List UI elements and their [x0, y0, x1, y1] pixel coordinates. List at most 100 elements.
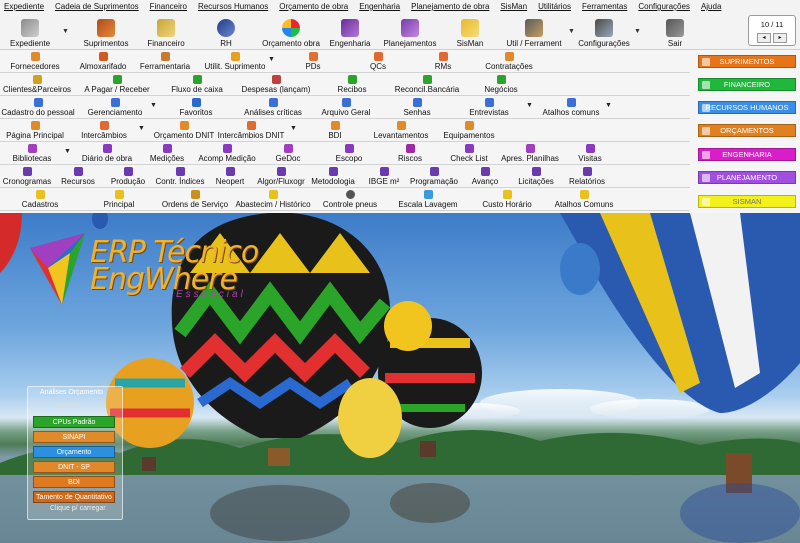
- prev-page-button[interactable]: ◂: [757, 33, 771, 43]
- entrevistas-button[interactable]: Entrevistas: [469, 96, 509, 118]
- budget-analysis-widget[interactable]: Análises Orçamento Importar CPUs Padrão …: [27, 386, 123, 520]
- favoritos-button[interactable]: Favoritos: [180, 96, 212, 118]
- negocios-button[interactable]: Negócios: [484, 73, 518, 95]
- fluxo-caixa-button[interactable]: Fluxo de caixa: [171, 73, 223, 95]
- chevron-down-icon[interactable]: ▼: [526, 102, 533, 109]
- avanco-button[interactable]: Avanço: [471, 165, 499, 187]
- algor-fluxogr-button[interactable]: Algor/Fluxogr: [256, 165, 306, 187]
- rms-button[interactable]: RMs: [430, 50, 456, 72]
- toolbar-financeiro-button[interactable]: Financeiro: [146, 14, 186, 48]
- visitas-button[interactable]: Visitas: [578, 142, 602, 164]
- chevron-down-icon[interactable]: ▼: [64, 148, 71, 155]
- recursos-button[interactable]: Recursos: [61, 165, 95, 187]
- toolbar-suprimentos-button[interactable]: Suprimentos: [82, 14, 130, 48]
- cadastro-pessoal-button[interactable]: Cadastro do pessoal: [1, 96, 75, 118]
- module-suprimentos-button[interactable]: SUPRIMENTOS: [698, 55, 796, 68]
- reconcil-bancaria-button[interactable]: Reconcil.Bancária: [395, 73, 459, 95]
- toolbar-rh-button[interactable]: RH: [214, 14, 238, 48]
- dnit-sp-button[interactable]: DNIT - SP: [33, 461, 115, 473]
- menu-orcamento-obra[interactable]: Orçamento de obra: [279, 2, 348, 11]
- menu-configuracoes[interactable]: Configurações: [638, 2, 690, 11]
- toolbar-sair-button[interactable]: Sair: [663, 14, 687, 48]
- tamento-quantitativo-button[interactable]: Tamento de Quantitativo: [33, 491, 115, 503]
- toolbar-orcamento-obra-button[interactable]: Orçamento obra: [262, 14, 320, 48]
- relatorios-button[interactable]: Relatórios: [569, 165, 605, 187]
- a-pagar-receber-button[interactable]: A Pagar / Receber: [84, 73, 150, 95]
- escopo-button[interactable]: Escopo: [335, 142, 363, 164]
- almoxarifado-button[interactable]: Almoxarifado: [78, 50, 128, 72]
- cronogramas-button[interactable]: Cronogramas: [3, 165, 51, 187]
- menu-planejamento-obra[interactable]: Planejamento de obra: [411, 2, 489, 11]
- licitacoes-button[interactable]: Licitações: [518, 165, 554, 187]
- chevron-down-icon[interactable]: ▼: [268, 56, 275, 63]
- gerenciamento-button[interactable]: Gerenciamento: [88, 96, 142, 118]
- diario-obra-button[interactable]: Diário de obra: [82, 142, 132, 164]
- arquivo-geral-button[interactable]: Arquivo Geral: [322, 96, 370, 118]
- menu-sisman[interactable]: SisMan: [500, 2, 527, 11]
- menu-recursos-humanos[interactable]: Recursos Humanos: [198, 2, 268, 11]
- menu-expediente[interactable]: Expediente: [4, 2, 44, 11]
- riscos-button[interactable]: Riscos: [398, 142, 422, 164]
- analises-criticas-button[interactable]: Análises críticas: [244, 96, 302, 118]
- custo-horario-button[interactable]: Custo Horário: [482, 188, 532, 210]
- clientes-parceiros-button[interactable]: Clientes&Parceiros: [3, 73, 71, 95]
- toolbar-configuracoes-button[interactable]: Configurações ▼: [578, 14, 641, 48]
- chevron-down-icon[interactable]: ▼: [62, 28, 69, 35]
- toolbar-expediente-button[interactable]: Expediente ▼: [8, 14, 69, 48]
- menu-financeiro[interactable]: Financeiro: [150, 2, 187, 11]
- next-page-button[interactable]: ▸: [773, 33, 787, 43]
- qcs-button[interactable]: QCs: [365, 50, 391, 72]
- atalhos-comuns-sisman-button[interactable]: Atalhos Comuns: [554, 188, 614, 210]
- toolbar-planejamentos-button[interactable]: Planejamentos: [384, 14, 436, 48]
- menu-cadeia-suprimentos[interactable]: Cadeia de Suprimentos: [55, 2, 139, 11]
- cadastros-button[interactable]: Cadastros: [22, 188, 58, 210]
- ordens-servico-button[interactable]: Ordens de Serviço: [162, 188, 228, 210]
- menu-ajuda[interactable]: Ajuda: [701, 2, 721, 11]
- programacao-button[interactable]: Programação: [410, 165, 458, 187]
- gedoc-button[interactable]: GeDoc: [276, 142, 300, 164]
- orcamento-button[interactable]: Orçamento: [33, 446, 115, 458]
- principal-button[interactable]: Principal: [102, 188, 136, 210]
- atalhos-comuns-rh-button[interactable]: Atalhos comuns: [542, 96, 600, 118]
- cpus-padrao-button[interactable]: CPUs Padrão: [33, 416, 115, 428]
- module-orcamentos-button[interactable]: ORÇAMENTOS: [698, 124, 796, 137]
- check-list-button[interactable]: Check List: [450, 142, 488, 164]
- medicoes-button[interactable]: Medições: [150, 142, 184, 164]
- chevron-down-icon[interactable]: ▼: [138, 125, 145, 132]
- utilit-suprimento-button[interactable]: Utilit. Suprimento: [203, 50, 267, 72]
- chevron-down-icon[interactable]: ▼: [605, 102, 612, 109]
- chevron-down-icon[interactable]: ▼: [290, 125, 297, 132]
- intercambios-dnit-button[interactable]: Intercâmbios DNIT: [218, 119, 284, 141]
- pagina-principal-button[interactable]: Página Principal: [6, 119, 64, 141]
- despesas-button[interactable]: Despesas (lançam): [242, 73, 310, 95]
- toolbar-sisman-button[interactable]: SisMan: [456, 14, 484, 48]
- module-planejamento-button[interactable]: PLANEJAMENTO: [698, 171, 796, 184]
- neopert-button[interactable]: Neopert: [215, 165, 245, 187]
- acomp-medicao-button[interactable]: Acomp Medição: [198, 142, 256, 164]
- fornecedores-button[interactable]: Fornecedores: [6, 50, 64, 72]
- recibos-button[interactable]: Recibos: [338, 73, 366, 95]
- equipamentos-button[interactable]: Equipamentos: [443, 119, 495, 141]
- pds-button[interactable]: PDs: [300, 50, 326, 72]
- module-engenharia-button[interactable]: ENGENHARIA: [698, 148, 796, 161]
- module-financeiro-button[interactable]: FINANCEIRO: [698, 78, 796, 91]
- chevron-down-icon[interactable]: ▼: [150, 102, 157, 109]
- metodologia-button[interactable]: Metodologia: [311, 165, 355, 187]
- module-recursos-humanos-button[interactable]: RECURSOS HUMANOS: [698, 101, 796, 114]
- apres-planilhas-button[interactable]: Apres. Planilhas: [501, 142, 559, 164]
- menu-utilitarios[interactable]: Utilitários: [538, 2, 571, 11]
- producao-button[interactable]: Produção: [111, 165, 145, 187]
- chevron-down-icon[interactable]: ▼: [568, 28, 575, 35]
- toolbar-engenharia-button[interactable]: Engenharia: [330, 14, 370, 48]
- module-sisman-button[interactable]: SISMAN: [698, 195, 796, 208]
- bdi-widget-button[interactable]: BDI: [33, 476, 115, 488]
- menu-ferramentas[interactable]: Ferramentas: [582, 2, 627, 11]
- ibge-m2-button[interactable]: IBGE m²: [369, 165, 399, 187]
- contratacoes-button[interactable]: Contratações: [484, 50, 534, 72]
- menu-engenharia[interactable]: Engenharia: [359, 2, 400, 11]
- ferramentaria-button[interactable]: Ferramentaria: [140, 50, 190, 72]
- senhas-button[interactable]: Senhas: [403, 96, 431, 118]
- toolbar-util-ferrament-button[interactable]: Util / Ferrament ▼: [506, 14, 575, 48]
- orcamento-dnit-button[interactable]: Orçamento DNIT: [154, 119, 214, 141]
- bibliotecas-button[interactable]: Bibliotecas: [12, 142, 52, 164]
